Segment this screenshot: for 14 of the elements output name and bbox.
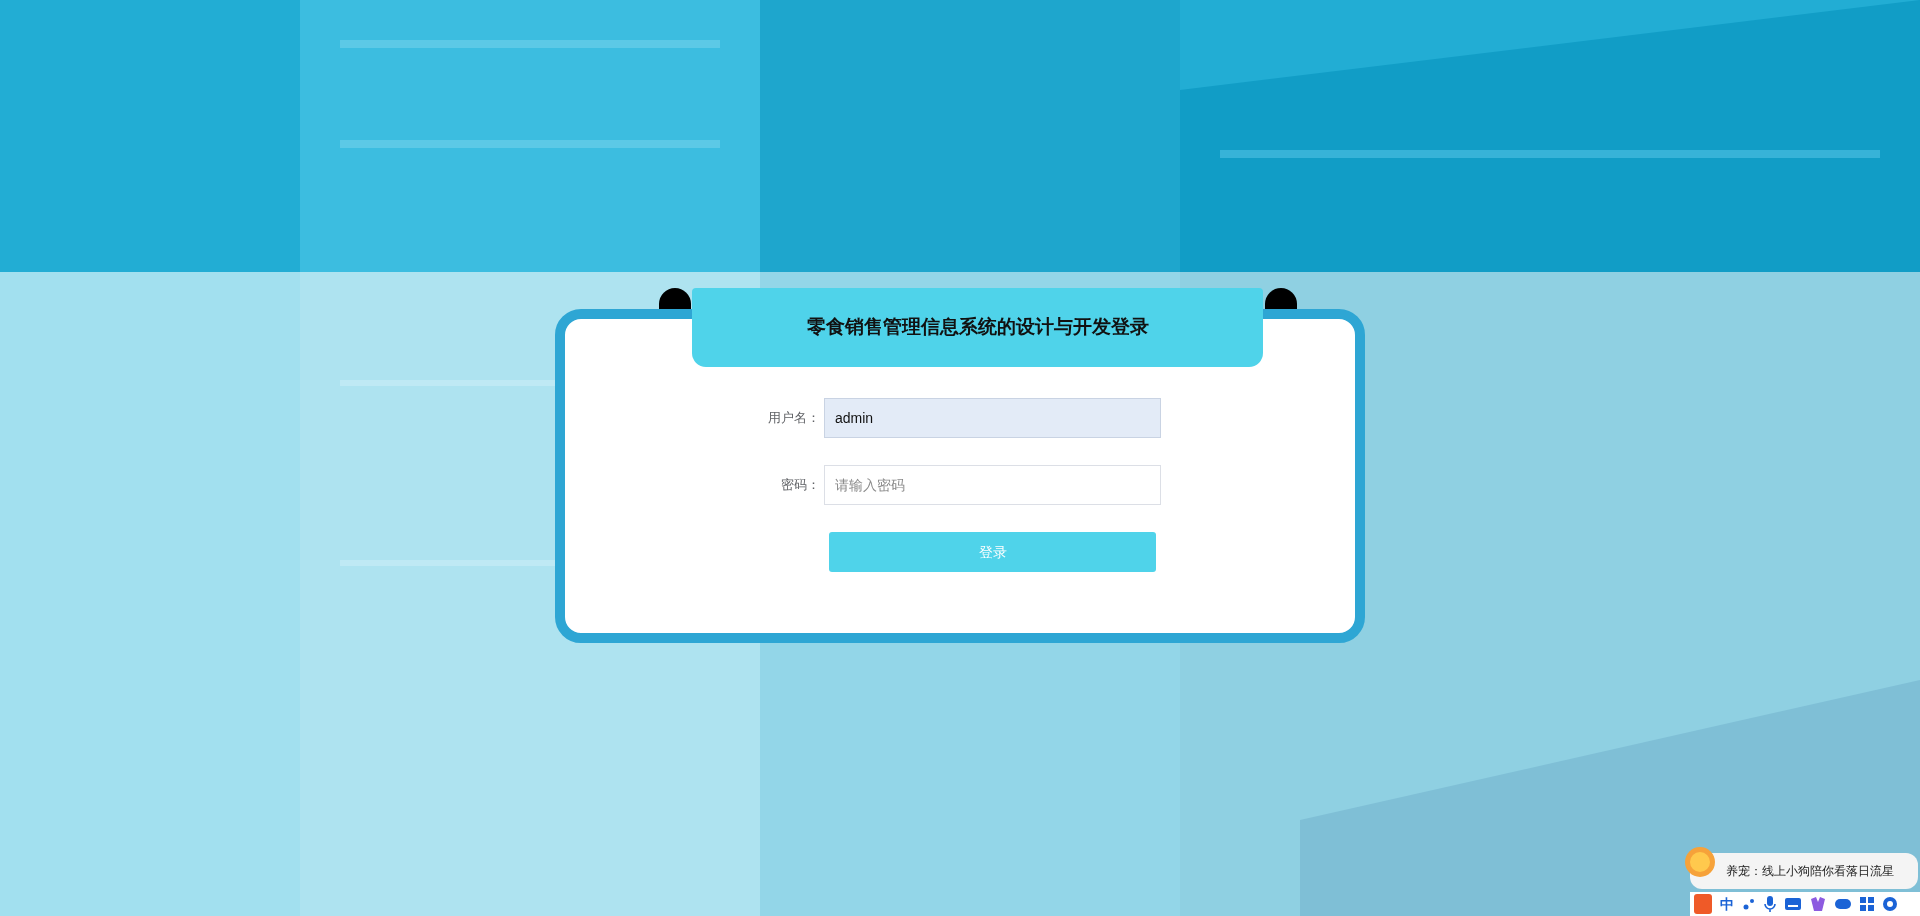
page-title: 零食销售管理信息系统的设计与开发登录	[806, 315, 1149, 340]
settings-icon[interactable]	[1882, 896, 1898, 912]
field-label: 密码：	[780, 476, 821, 495]
input-field[interactable]: 请输入密码	[824, 465, 1161, 505]
ime-mode-button[interactable]: 中	[1720, 893, 1734, 915]
grid-icon[interactable]	[1860, 897, 1874, 911]
punctuation-icon[interactable]	[1742, 896, 1756, 912]
keyboard-icon[interactable]	[1784, 897, 1802, 911]
microphone-icon[interactable]	[1764, 895, 1776, 913]
ime-tip-text: 养宠：线上小狗陪你看落日流星	[1726, 863, 1894, 880]
shirt-icon[interactable]	[1810, 896, 1826, 912]
input-field[interactable]: admin	[824, 398, 1161, 438]
sun-icon	[1684, 846, 1716, 878]
field-label: 用户名：	[767, 409, 821, 428]
